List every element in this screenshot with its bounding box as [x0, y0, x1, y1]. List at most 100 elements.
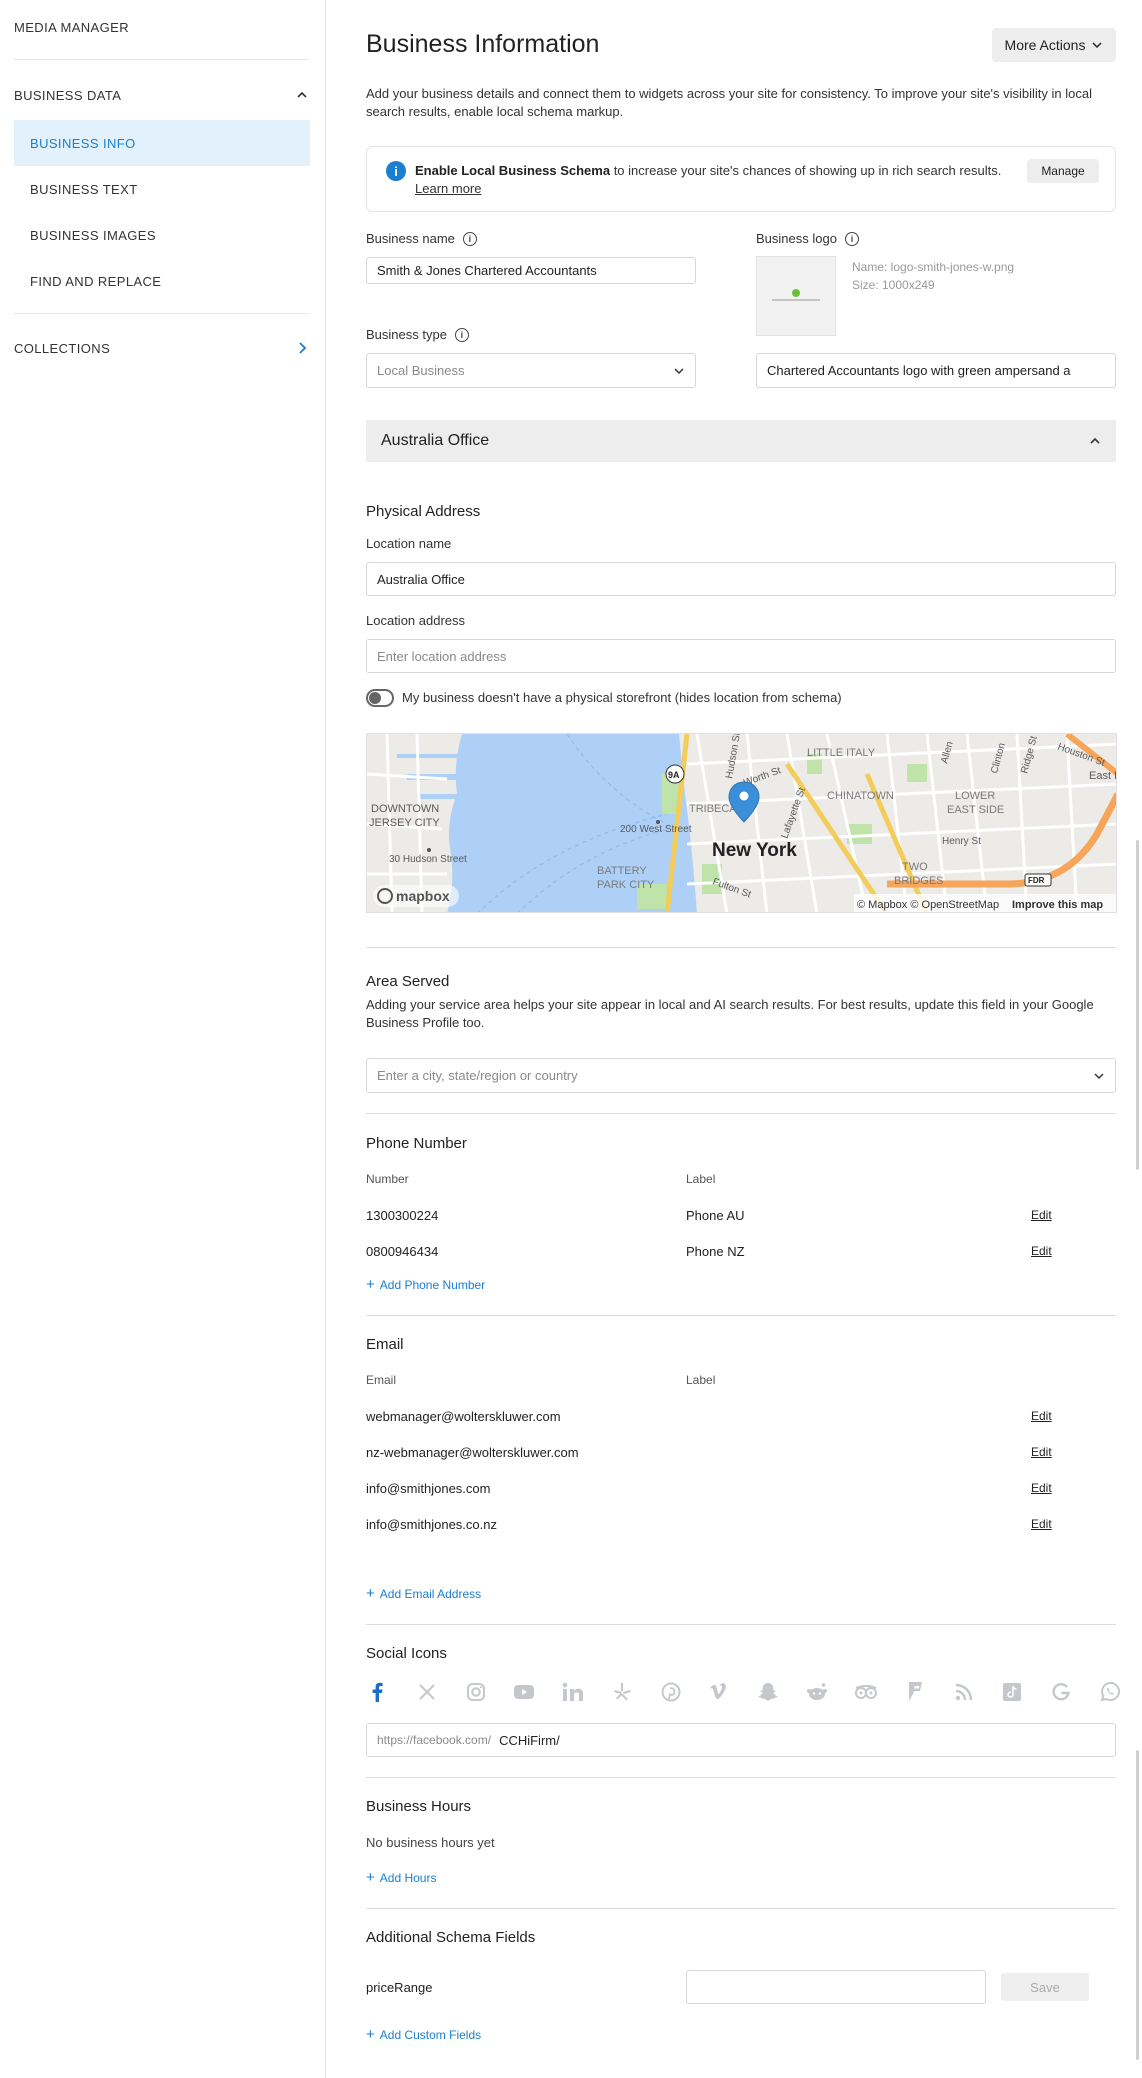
google-icon[interactable]: [1049, 1680, 1073, 1704]
plus-icon: +: [366, 1276, 375, 1293]
chevron-down-icon: [1092, 42, 1102, 49]
schema-banner: i Enable Local Business Schema to increa…: [366, 146, 1116, 212]
intro-text: Add your business details and connect th…: [366, 86, 1093, 119]
foursquare-icon[interactable]: [903, 1680, 927, 1704]
svg-text:CHINATOWN: CHINATOWN: [827, 790, 894, 802]
storefront-toggle[interactable]: [366, 689, 394, 707]
tiktok-icon[interactable]: [1000, 1680, 1024, 1704]
vimeo-icon[interactable]: [708, 1680, 732, 1704]
snapchat-icon[interactable]: [756, 1680, 780, 1704]
physical-address-title: Physical Address: [366, 503, 481, 520]
scrollbar-thumb[interactable]: [1136, 840, 1139, 1170]
chevron-up-icon: [1090, 437, 1100, 444]
sidebar: MEDIA MANAGER BUSINESS DATA BUSINESS INF…: [0, 0, 326, 2078]
business-data-group[interactable]: BUSINESS DATA: [14, 85, 309, 105]
add-phone-button[interactable]: + Add Phone Number: [366, 1276, 485, 1293]
info-icon[interactable]: i: [844, 231, 859, 246]
save-button[interactable]: Save: [1001, 1973, 1089, 2001]
svg-text:EAST SIDE: EAST SIDE: [947, 804, 1004, 816]
business-name-label: Business name i: [366, 231, 477, 246]
location-address-input[interactable]: Enter location address: [366, 639, 1116, 673]
location-address-label: Location address: [366, 613, 466, 628]
info-icon[interactable]: i: [462, 231, 477, 246]
social-url-value: CCHiFirm/: [499, 1732, 560, 1748]
social-icons-row: [366, 1680, 1122, 1704]
sidebar-item-business-info[interactable]: BUSINESS INFO: [14, 120, 310, 166]
media-manager-link[interactable]: MEDIA MANAGER: [14, 20, 129, 35]
plus-icon: +: [366, 2026, 375, 2043]
section-divider: [366, 1777, 1116, 1778]
collections-group[interactable]: COLLECTIONS: [14, 338, 309, 358]
plus-icon: +: [366, 1585, 375, 1602]
reddit-icon[interactable]: [805, 1680, 829, 1704]
yelp-icon[interactable]: [610, 1680, 634, 1704]
phone-number: 0800946434: [366, 1244, 439, 1259]
svg-text:© Mapbox © OpenStreetMap: © Mapbox © OpenStreetMap: [857, 899, 999, 911]
linkedin-icon[interactable]: [561, 1680, 585, 1704]
collections-label: COLLECTIONS: [14, 340, 111, 356]
logo-alt-text-input[interactable]: Chartered Accountants logo with green am…: [756, 353, 1116, 388]
x-icon[interactable]: [415, 1680, 439, 1704]
svg-text:Improve this map: Improve this map: [1012, 899, 1103, 911]
business-type-select[interactable]: Local Business: [366, 353, 696, 388]
instagram-icon[interactable]: [464, 1680, 488, 1704]
pinterest-icon[interactable]: [659, 1680, 683, 1704]
add-email-button[interactable]: + Add Email Address: [366, 1585, 481, 1602]
info-icon: i: [386, 161, 406, 181]
area-served-select[interactable]: Enter a city, state/region or country: [366, 1058, 1116, 1093]
edit-email-button[interactable]: Edit: [1031, 1481, 1052, 1495]
email-title: Email: [366, 1336, 404, 1353]
phone-label: Phone NZ: [686, 1244, 745, 1259]
edit-phone-button[interactable]: Edit: [1031, 1244, 1052, 1258]
svg-text:JERSEY CITY: JERSEY CITY: [369, 817, 440, 829]
phone-col-label: Label: [686, 1172, 716, 1186]
email-col-email: Email: [366, 1373, 397, 1387]
business-logo-label: Business logo i: [756, 231, 859, 246]
social-url-input[interactable]: https://facebook.com/ CCHiFirm/: [366, 1723, 1116, 1757]
location-name-input[interactable]: Australia Office: [366, 562, 1116, 596]
social-url-prefix: https://facebook.com/: [377, 1733, 492, 1747]
email-address: webmanager@wolterskluwer.com: [366, 1409, 561, 1424]
business-hours-title: Business Hours: [366, 1798, 472, 1815]
office-title: Australia Office: [381, 432, 490, 449]
location-map[interactable]: DOWNTOWN JERSEY CITY 30 Hudson Street 200…: [366, 733, 1117, 913]
whatsapp-icon[interactable]: [1098, 1680, 1122, 1704]
svg-text:TWO: TWO: [902, 861, 928, 873]
edit-email-button[interactable]: Edit: [1031, 1445, 1052, 1459]
phone-col-number: Number: [366, 1172, 409, 1186]
add-hours-button[interactable]: + Add Hours: [366, 1870, 436, 1885]
schema-field-name: priceRange: [366, 1980, 433, 1995]
more-actions-button[interactable]: More Actions: [992, 28, 1116, 62]
scrollbar-thumb[interactable]: [1136, 1750, 1139, 2060]
sidebar-item-business-images[interactable]: BUSINESS IMAGES: [14, 212, 310, 258]
add-custom-fields-button[interactable]: + Add Custom Fields: [366, 2026, 481, 2043]
edit-email-button[interactable]: Edit: [1031, 1517, 1052, 1531]
office-accordion-header[interactable]: Australia Office: [366, 420, 1116, 462]
business-data-label: BUSINESS DATA: [14, 87, 122, 103]
facebook-icon[interactable]: [366, 1680, 390, 1704]
section-divider: [366, 1624, 1116, 1625]
email-address: info@smithjones.co.nz: [366, 1517, 497, 1532]
area-served-placeholder: Enter a city, state/region or country: [377, 1068, 578, 1083]
edit-phone-button[interactable]: Edit: [1031, 1208, 1052, 1222]
tripadvisor-icon[interactable]: [854, 1680, 878, 1704]
chevron-right-icon: [295, 341, 309, 355]
page-title: Business Information: [366, 30, 600, 58]
business-name-input[interactable]: Smith & Jones Chartered Accountants: [366, 257, 696, 284]
manage-button[interactable]: Manage: [1027, 159, 1099, 183]
logo-file-name: Name: logo-smith-jones-w.png: [852, 260, 1015, 274]
sidebar-item-business-text[interactable]: BUSINESS TEXT: [14, 166, 310, 212]
edit-email-button[interactable]: Edit: [1031, 1409, 1052, 1423]
sidebar-item-find-and-replace[interactable]: FIND AND REPLACE: [14, 258, 310, 304]
email-col-label: Label: [686, 1373, 716, 1387]
info-icon[interactable]: i: [454, 327, 469, 342]
svg-text:DOWNTOWN: DOWNTOWN: [371, 803, 439, 815]
chevron-up-icon: [295, 88, 309, 102]
business-logo-thumbnail[interactable]: [756, 256, 836, 336]
svg-text:New York: New York: [712, 840, 797, 861]
business-type-label: Business type i: [366, 327, 469, 342]
rss-icon[interactable]: [952, 1680, 976, 1704]
learn-more-link[interactable]: Learn more: [415, 181, 481, 196]
youtube-icon[interactable]: [512, 1680, 536, 1704]
schema-field-value-input[interactable]: [686, 1970, 986, 2004]
